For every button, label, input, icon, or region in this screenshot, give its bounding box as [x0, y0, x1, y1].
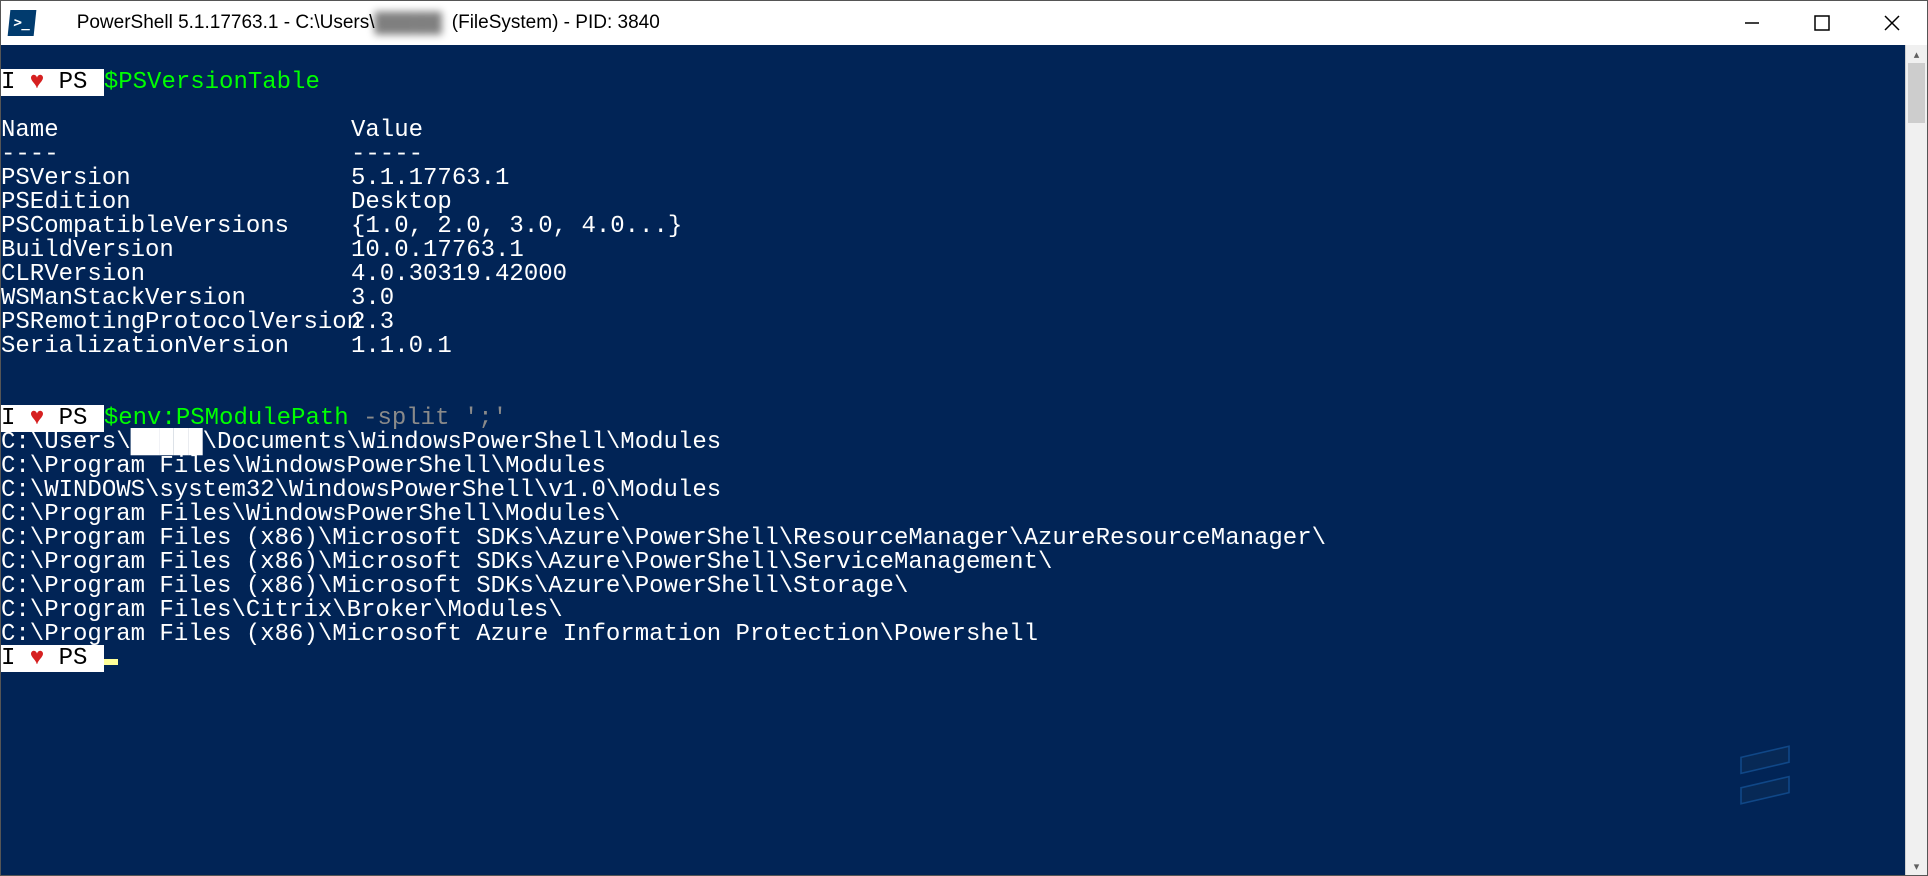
powershell-icon: >_: [8, 10, 37, 36]
table-sep-value: -----: [351, 143, 423, 167]
redacted-username: █████: [131, 429, 203, 456]
table-row: 4.0.30319.42000: [351, 263, 567, 287]
titlebar[interactable]: >_ PowerShell 5.1.17763.1 - C:\Users\███…: [1, 1, 1927, 45]
watermark-icon: [1725, 735, 1805, 815]
scrollbar[interactable]: ▴ ▾: [1905, 45, 1927, 875]
command-2-operator: -split ';': [349, 405, 507, 432]
maximize-button[interactable]: [1787, 1, 1857, 45]
table-row: SerializationVersion: [1, 335, 351, 359]
table-row: 10.0.17763.1: [351, 239, 524, 263]
table-row: WSManStackVersion: [1, 287, 351, 311]
table-row: 2.3: [351, 311, 394, 335]
command-2-var: $env:PSModulePath: [104, 405, 349, 432]
table-row: 1.1.0.1: [351, 335, 452, 359]
powershell-window: >_ PowerShell 5.1.17763.1 - C:\Users\███…: [0, 0, 1928, 876]
minimize-button[interactable]: [1717, 1, 1787, 45]
heart-icon: ♥: [30, 405, 44, 432]
table-sep-name: ----: [1, 143, 351, 167]
command-1: $PSVersionTable: [104, 69, 320, 96]
table-row: PSRemotingProtocolVersion: [1, 311, 351, 335]
output-line: C:\Program Files (x86)\Microsoft SDKs\Az…: [1, 525, 1326, 552]
terminal-wrap: I ♥ PS $PSVersionTable NameValue -------…: [1, 45, 1927, 875]
scroll-thumb[interactable]: [1908, 63, 1925, 123]
heart-icon: ♥: [30, 645, 44, 672]
table-row: 3.0: [351, 287, 394, 311]
terminal[interactable]: I ♥ PS $PSVersionTable NameValue -------…: [1, 45, 1905, 875]
output-line: C:\Program Files\Citrix\Broker\Modules\: [1, 597, 563, 624]
output-line: C:\Program Files (x86)\Microsoft Azure I…: [1, 621, 1038, 648]
redacted-username: █████: [375, 13, 447, 33]
prompt: I ♥ PS: [1, 645, 104, 672]
table-row: Desktop: [351, 191, 452, 215]
heart-icon: ♥: [30, 69, 44, 96]
table-row: BuildVersion: [1, 239, 351, 263]
table-row: PSCompatibleVersions: [1, 215, 351, 239]
table-row: PSVersion: [1, 167, 351, 191]
window-controls: [1717, 1, 1927, 45]
scroll-up-icon[interactable]: ▴: [1906, 45, 1927, 63]
output-line: C:\Program Files\WindowsPowerShell\Modul…: [1, 453, 606, 480]
output-line: C:\Program Files (x86)\Microsoft SDKs\Az…: [1, 573, 908, 600]
scroll-down-icon[interactable]: ▾: [1906, 857, 1927, 875]
table-row: PSEdition: [1, 191, 351, 215]
table-header-name: Name: [1, 119, 351, 143]
output-line: C:\Users\█████\Documents\WindowsPowerShe…: [1, 429, 721, 456]
output-line: C:\WINDOWS\system32\WindowsPowerShell\v1…: [1, 477, 721, 504]
table-row: {1.0, 2.0, 3.0, 4.0...}: [351, 215, 682, 239]
output-line: C:\Program Files\WindowsPowerShell\Modul…: [1, 501, 620, 528]
prompt: I ♥ PS: [1, 405, 104, 432]
prompt: I ♥ PS: [1, 69, 104, 96]
output-line: C:\Program Files (x86)\Microsoft SDKs\Az…: [1, 549, 1052, 576]
table-row: CLRVersion: [1, 263, 351, 287]
table-header-value: Value: [351, 119, 423, 143]
cursor: [104, 659, 118, 665]
table-row: 5.1.17763.1: [351, 167, 509, 191]
close-button[interactable]: [1857, 1, 1927, 45]
